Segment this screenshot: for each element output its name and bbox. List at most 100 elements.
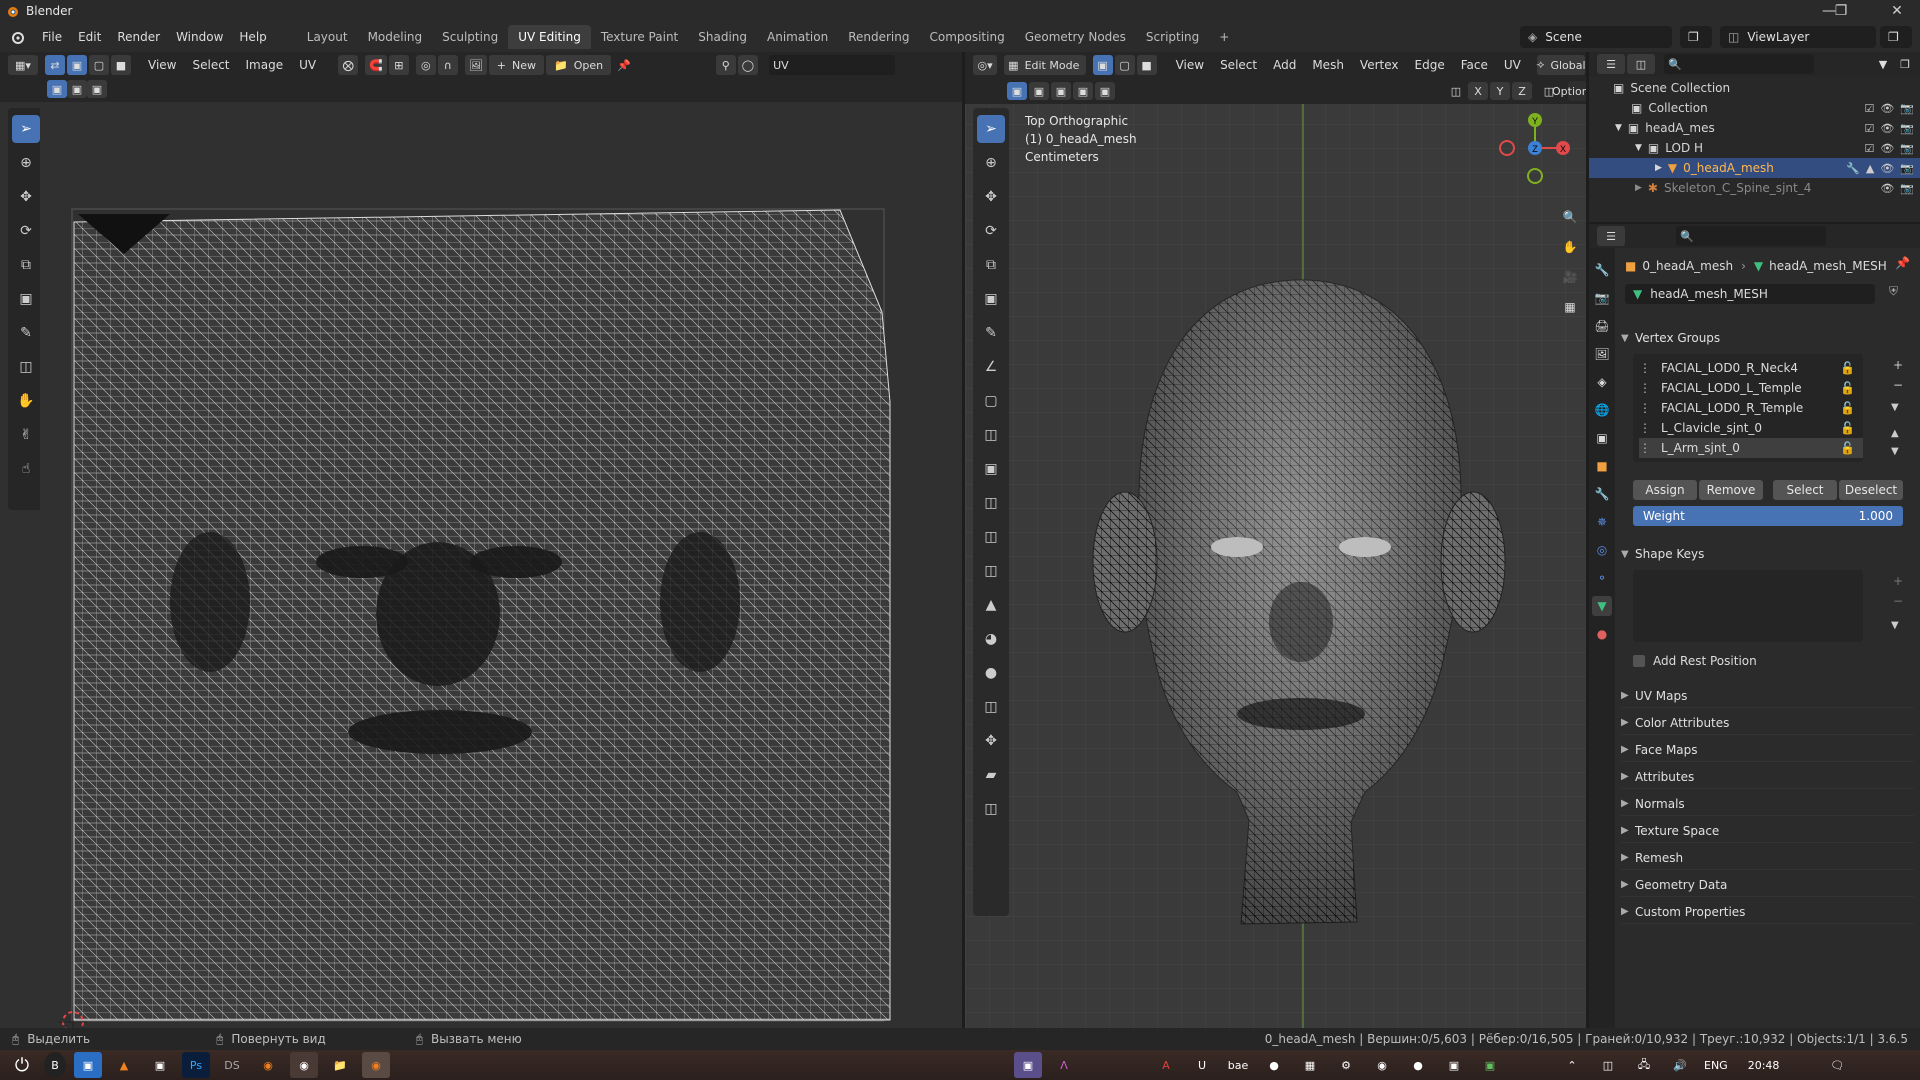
vertex-group-item[interactable]: ⋮ L_Clavicle_sjnt_0 🔓 (1639, 418, 1863, 438)
chrome-icon[interactable]: ◉ (290, 1052, 318, 1078)
vp-face-select-icon[interactable]: ■ (1136, 55, 1157, 75)
lock-icon[interactable]: 🔓 (1840, 361, 1855, 375)
camera-icon[interactable]: 📷 (1900, 122, 1914, 135)
vertex-group-item[interactable]: ⋮ FACIAL_LOD0_L_Temple 🔓 (1639, 378, 1863, 398)
battery-icon[interactable]: ◫ (1594, 1052, 1622, 1078)
properties-editor-type-icon[interactable]: ☰ (1597, 226, 1625, 246)
perspective-toggle-icon[interactable]: ▦ (1557, 294, 1583, 320)
panel-texture-space[interactable]: ▶ Texture Space (1621, 819, 1914, 843)
uv-layout-canvas[interactable] (40, 102, 960, 1028)
knife-tool-icon[interactable]: ◫ (977, 557, 1005, 585)
checkbox-icon[interactable]: ☑ (1864, 122, 1874, 135)
tab-texture-paint[interactable]: Texture Paint (591, 25, 688, 49)
expand-arrow-icon[interactable]: ▼ (1615, 123, 1622, 133)
restore-icon[interactable]: ❐ (1826, 0, 1856, 22)
blender-active-icon[interactable]: ◉ (362, 1052, 390, 1078)
vp-select-intersect-icon[interactable]: ▣ (1095, 82, 1115, 100)
vp-menu-vertex[interactable]: Vertex (1352, 58, 1407, 72)
transform-tool-icon[interactable]: ▣ (12, 285, 40, 313)
object-tab-icon[interactable]: ■ (1592, 456, 1612, 476)
relax-tool-icon[interactable]: ✌ (12, 421, 40, 449)
menu-file[interactable]: File (34, 22, 70, 52)
new-scene-icon[interactable]: ❐ (1680, 26, 1712, 48)
display-mode-icon[interactable]: ◫ (1627, 54, 1655, 74)
tab-uv-editing[interactable]: UV Editing (508, 25, 591, 49)
3d-viewport[interactable]: ◎▾ ▦ Edit Mode ▣ ▢ ■ View Select Add Mes… (965, 52, 1586, 1028)
vp-select-box-tool-icon[interactable]: ➢ (977, 115, 1005, 143)
eye-icon[interactable]: 👁 (1880, 162, 1894, 175)
specials-menu-icon[interactable]: ▼ (1891, 402, 1899, 413)
rotate-tool-icon[interactable]: ⟳ (12, 217, 40, 245)
view-layer-tab-icon[interactable]: 🖼 (1592, 344, 1612, 364)
panel-uv-maps[interactable]: ▶ UV Maps (1621, 684, 1914, 708)
expand-arrow-icon[interactable]: ▶ (1655, 163, 1662, 173)
spin-tool-icon[interactable]: ◕ (977, 625, 1005, 653)
outliner-row[interactable]: ▼ ▣ headA_mes ☑ 👁 📷 (1589, 118, 1920, 138)
tray-app2-icon[interactable]: Λ (1050, 1052, 1078, 1078)
uv-display-icon[interactable]: ⚲ (715, 55, 736, 75)
rip-tool-icon[interactable]: ◫ (977, 795, 1005, 823)
vertex-select-icon[interactable]: ▣ (67, 55, 87, 75)
vp-select-subtract-icon[interactable]: ▣ (1051, 82, 1071, 100)
lock-icon[interactable]: 🔓 (1840, 421, 1855, 435)
clock[interactable]: 20:48 (1748, 1059, 1780, 1072)
remove-button[interactable]: Remove (1699, 480, 1763, 500)
tab-rendering[interactable]: Rendering (838, 25, 919, 49)
uv-menu-image[interactable]: Image (238, 58, 292, 72)
sync-selection-icon[interactable]: ⇄ (45, 55, 65, 75)
particles-tab-icon[interactable]: ✵ (1592, 512, 1612, 532)
menu-window[interactable]: Window (168, 22, 231, 52)
menu-help[interactable]: Help (231, 22, 274, 52)
filter-icon[interactable]: ▼ (1873, 54, 1893, 74)
vp-select-new-icon[interactable]: ▣ (1007, 82, 1027, 100)
fake-user-shield-icon[interactable]: ⛨ (1889, 284, 1898, 299)
cursor-tool-icon[interactable]: ⊕ (12, 149, 40, 177)
pin-icon[interactable]: 📌 (613, 55, 635, 75)
select-mode-subtract-icon[interactable]: ▣ (87, 80, 107, 98)
deselect-button[interactable]: Deselect (1839, 480, 1903, 500)
menu-render[interactable]: Render (109, 22, 168, 52)
tray-adobe-icon[interactable]: A (1152, 1052, 1180, 1078)
poly-build-tool-icon[interactable]: ▲ (977, 591, 1005, 619)
mirror-x-toggle[interactable]: X (1468, 82, 1488, 100)
remove-shape-key-icon[interactable]: − (1893, 594, 1903, 608)
pin-icon[interactable]: 📌 (1895, 256, 1910, 270)
navigation-gizmo[interactable]: Y X Z (1495, 108, 1575, 188)
mesh-browse-icon[interactable]: ▼ (1633, 287, 1642, 301)
image-browse-icon[interactable]: 🖼 (464, 55, 487, 75)
vp-menu-uv[interactable]: UV (1496, 58, 1529, 72)
chevron-up-icon[interactable]: ⌃ (1558, 1052, 1586, 1078)
viewport-editor-type-icon[interactable]: ◎▾ (973, 55, 998, 75)
uv-menu-uv[interactable]: UV (291, 58, 324, 72)
vp-select-extend-icon[interactable]: ▣ (1029, 82, 1049, 100)
vp-menu-mesh[interactable]: Mesh (1304, 58, 1352, 72)
move-up-icon[interactable]: ▲ (1891, 428, 1899, 439)
panel-color-attributes[interactable]: ▶ Color Attributes (1621, 711, 1914, 735)
tray-bae-icon[interactable]: bae (1224, 1052, 1252, 1078)
physics-tab-icon[interactable]: ◎ (1592, 540, 1612, 560)
vp-cursor-tool-icon[interactable]: ⊕ (977, 149, 1005, 177)
vp-vertex-select-icon[interactable]: ▣ (1092, 55, 1113, 75)
shear-tool-icon[interactable]: ▰ (977, 761, 1005, 789)
outliner-row[interactable]: ▼ ▣ LOD H ☑ 👁 📷 (1589, 138, 1920, 158)
panel-face-maps[interactable]: ▶ Face Maps (1621, 738, 1914, 762)
face-select-icon[interactable]: ■ (111, 55, 131, 75)
tab-compositing[interactable]: Compositing (919, 25, 1014, 49)
mesh-data-icon[interactable]: ▲ (1866, 162, 1874, 175)
new-view-layer-icon[interactable]: ❐ (1880, 26, 1912, 48)
select-button[interactable]: Select (1773, 480, 1837, 500)
uv-menu-view[interactable]: View (140, 58, 184, 72)
vp-pan-icon[interactable]: ✋ (1557, 234, 1583, 260)
rip-region-tool-icon[interactable]: ◫ (12, 353, 40, 381)
panel-normals[interactable]: ▶ Normals (1621, 792, 1914, 816)
tab-sculpting[interactable]: Sculpting (432, 25, 508, 49)
tray-icon[interactable]: ⚙ (1332, 1052, 1360, 1078)
vp-transform-tool-icon[interactable]: ▣ (977, 285, 1005, 313)
mode-selector[interactable]: ▦ Edit Mode (1004, 55, 1086, 75)
mirror-icon[interactable]: ◫ (1446, 82, 1466, 100)
measure-tool-icon[interactable]: ∠ (977, 353, 1005, 381)
annotate-tool-icon[interactable]: ✎ (12, 319, 40, 347)
vertex-group-item-active[interactable]: ⋮ L_Arm_sjnt_0 🔓 (1639, 438, 1863, 458)
expand-arrow-icon[interactable]: ▶ (1635, 183, 1642, 193)
move-tool-icon[interactable]: ✥ (12, 183, 40, 211)
